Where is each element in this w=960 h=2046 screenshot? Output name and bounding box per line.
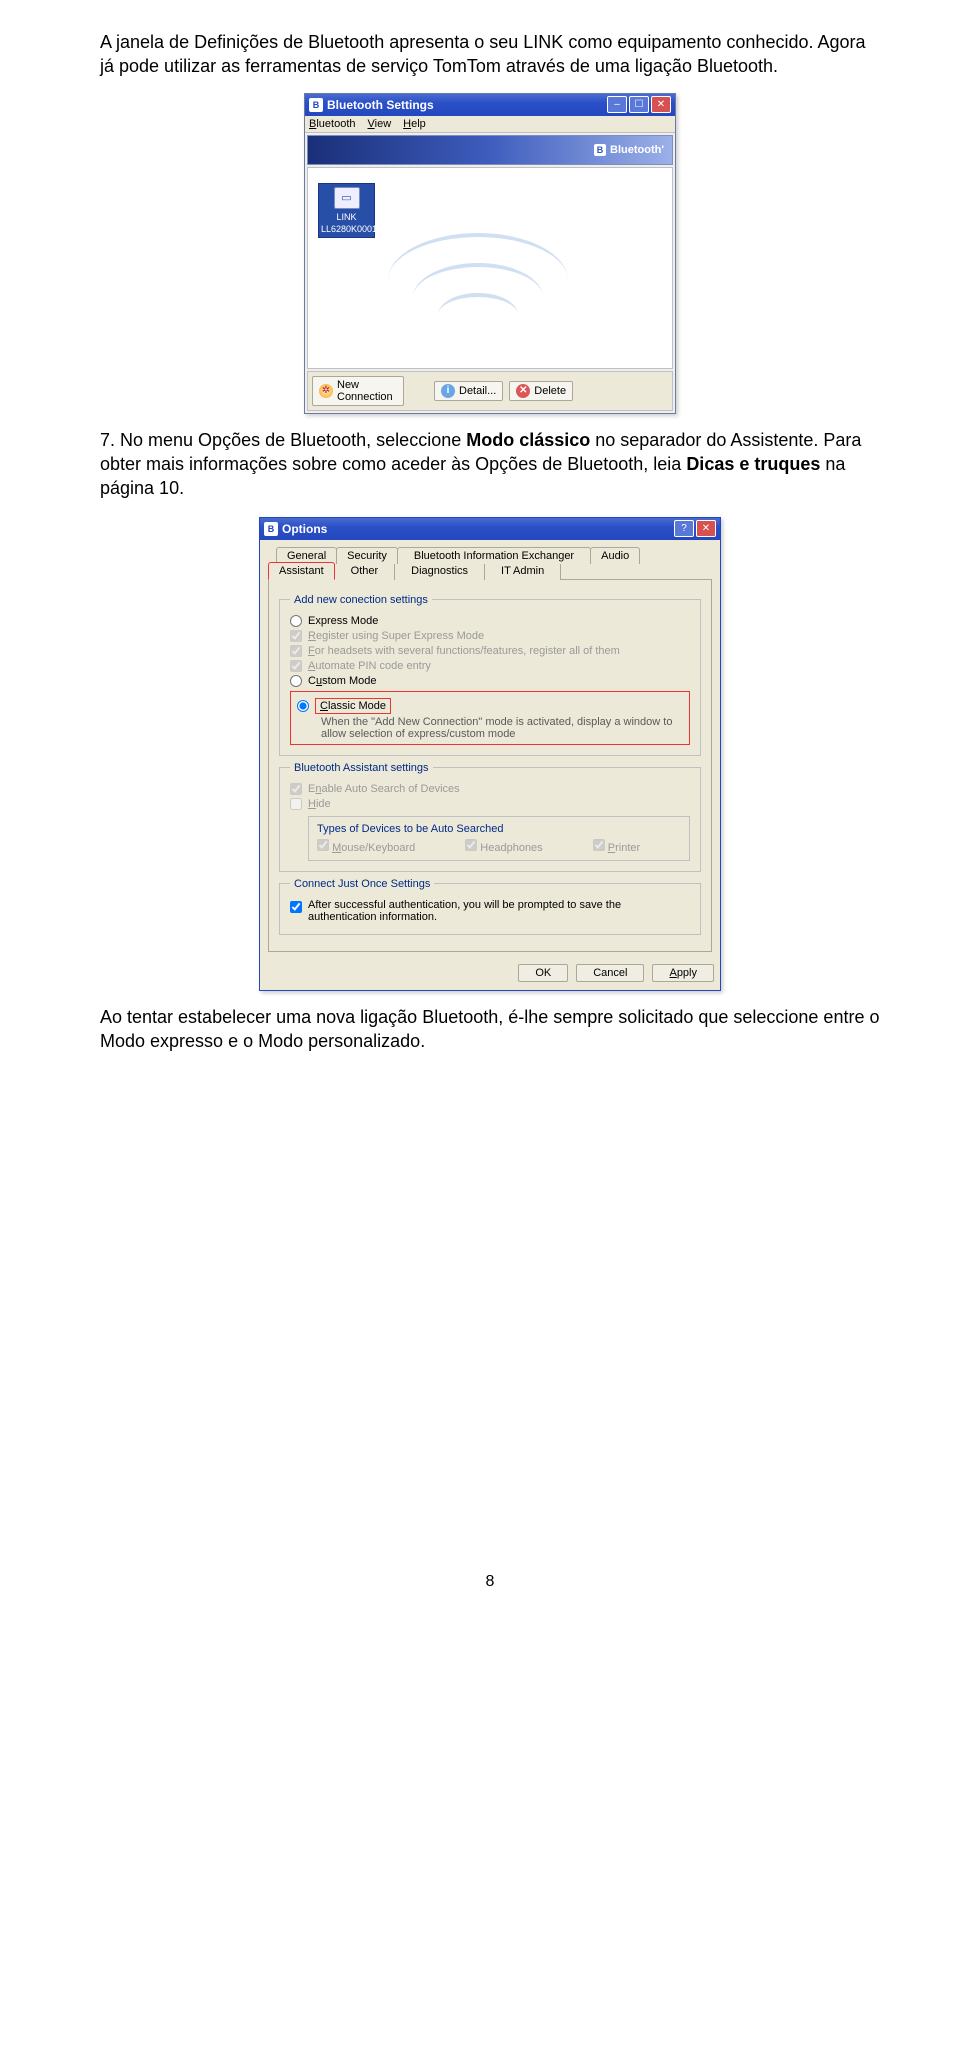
- info-icon: i: [441, 384, 455, 398]
- detail-button[interactable]: i Detail...: [434, 381, 503, 401]
- chk-register-super-row: Register using Super Express Mode Regist…: [290, 630, 690, 642]
- bluetooth-brand-icon: B: [594, 144, 606, 156]
- chk-register-super: [290, 630, 302, 642]
- radio-custom-row[interactable]: Custom Mode Custom Mode: [290, 675, 690, 687]
- chk-mousekb-row: Mouse/KeyboardMouse/Keyboard: [317, 839, 415, 854]
- menu-bluetooth[interactable]: BBluetoothluetooth: [309, 118, 356, 130]
- chk-autosearch: [290, 783, 302, 795]
- tab-bie[interactable]: Bluetooth Information Exchanger: [397, 547, 591, 564]
- options-dialog: B Options ? ✕ General Security Bluetooth…: [259, 517, 721, 991]
- intro-paragraph: A janela de Definições de Bluetooth apre…: [100, 30, 880, 79]
- tab-diagnostics[interactable]: Diagnostics: [394, 562, 485, 580]
- fieldset-connect-once: Connect Just Once Settings After success…: [279, 878, 701, 935]
- chk-save-auth[interactable]: [290, 901, 302, 913]
- close-button[interactable]: ✕: [696, 520, 716, 537]
- fieldset-add-title: Add new conection settings: [290, 594, 432, 606]
- fieldset-assist-title: Bluetooth Assistant settings: [290, 762, 433, 774]
- tab-security[interactable]: Security: [336, 547, 398, 564]
- radio-express[interactable]: [290, 615, 302, 627]
- bluetooth-icon: B: [264, 522, 278, 536]
- options-titlebar: B Options ? ✕: [260, 518, 720, 540]
- assistant-panel: Add new conection settings Express Mode …: [268, 579, 712, 952]
- types-title: Types of Devices to be Auto Searched: [313, 823, 508, 835]
- outro-paragraph: Ao tentar estabelecer uma nova ligação B…: [100, 1005, 880, 1054]
- chk-autopin: [290, 660, 302, 672]
- chk-headsets-row: For headsets with several functions/feat…: [290, 645, 690, 657]
- device-id-label: LL6280K00014: [319, 223, 374, 237]
- maximize-button[interactable]: ☐: [629, 96, 649, 113]
- chk-save-auth-row[interactable]: After successful authentication, you wil…: [290, 899, 690, 923]
- close-button[interactable]: ✕: [651, 96, 671, 113]
- options-title: Options: [282, 522, 674, 536]
- chk-hide: [290, 798, 302, 810]
- save-auth-text: After successful authentication, you wil…: [308, 899, 690, 923]
- radio-express-row[interactable]: Express Mode: [290, 615, 690, 627]
- bt-menubar: BBluetoothluetooth View Help: [305, 116, 675, 133]
- new-connection-label: New Connection: [337, 379, 397, 403]
- bt-banner: B Bluetooth': [307, 135, 673, 165]
- apply-button[interactable]: ApplyApply: [652, 964, 714, 982]
- classic-mode-block: Classic Mode Classic Mode When the "Add …: [290, 691, 690, 745]
- tabs-row-1: General Security Bluetooth Information E…: [276, 546, 712, 563]
- device-name-label: LINK: [319, 211, 374, 223]
- chk-headphones-row: HeadphonesHeadphones: [465, 839, 542, 854]
- new-connection-icon: ✲: [319, 384, 333, 398]
- bluetooth-settings-window: B Bluetooth Settings – ☐ ✕ BBluetoothlue…: [304, 93, 676, 414]
- menu-view[interactable]: View: [368, 118, 392, 130]
- device-link[interactable]: ▭ LINK LL6280K00014: [318, 183, 375, 238]
- page-number: 8: [100, 1573, 880, 1591]
- tab-itadmin[interactable]: IT Admin: [484, 562, 561, 580]
- tab-assistant[interactable]: Assistant: [268, 562, 335, 580]
- menu-help[interactable]: Help: [403, 118, 426, 130]
- bt-toolbar: ✲ New Connection i Detail... ✕ Delete: [307, 371, 673, 411]
- delete-label: Delete: [534, 385, 566, 397]
- device-icon: ▭: [334, 187, 360, 209]
- step-7-text: 7. No menu Opções de Bluetooth, seleccio…: [100, 428, 880, 501]
- detail-label: Detail...: [459, 385, 496, 397]
- delete-icon: ✕: [516, 384, 530, 398]
- tab-other[interactable]: Other: [334, 562, 396, 580]
- radio-classic[interactable]: [297, 700, 309, 712]
- chk-mousekb: [317, 839, 329, 851]
- dialog-button-row: OK Cancel ApplyApply: [260, 960, 720, 990]
- bt-window-title: Bluetooth Settings: [327, 98, 605, 112]
- bluetooth-icon: B: [309, 98, 323, 112]
- bt-device-area: ▭ LINK LL6280K00014: [307, 167, 673, 369]
- chk-autopin-row: Automate PIN code entry Automate PIN cod…: [290, 660, 690, 672]
- fieldset-once-title: Connect Just Once Settings: [290, 878, 434, 890]
- chk-headphones: [465, 839, 477, 851]
- ok-button[interactable]: OK: [518, 964, 568, 982]
- radio-classic-row[interactable]: Classic Mode Classic Mode: [297, 698, 683, 714]
- bt-titlebar: B Bluetooth Settings – ☐ ✕: [305, 94, 675, 116]
- chk-printer: [593, 839, 605, 851]
- bluetooth-brand-label: Bluetooth: [610, 144, 661, 156]
- minimize-button[interactable]: –: [607, 96, 627, 113]
- chk-headsets: [290, 645, 302, 657]
- cancel-button[interactable]: Cancel: [576, 964, 644, 982]
- delete-button[interactable]: ✕ Delete: [509, 381, 573, 401]
- chk-printer-row: PrinterPrinter: [593, 839, 640, 854]
- chk-autosearch-row: Enable Auto Search of Devices Enable Aut…: [290, 783, 690, 795]
- new-connection-button[interactable]: ✲ New Connection: [312, 376, 404, 406]
- fieldset-add-connection: Add new conection settings Express Mode …: [279, 594, 701, 756]
- help-button[interactable]: ?: [674, 520, 694, 537]
- fieldset-assistant-settings: Bluetooth Assistant settings Enable Auto…: [279, 762, 701, 872]
- fieldset-autosearch-types: Types of Devices to be Auto Searched Mou…: [308, 816, 690, 861]
- radio-custom[interactable]: [290, 675, 302, 687]
- chk-hide-row: Hide Hide: [290, 798, 690, 810]
- classic-description: When the "Add New Connection" mode is ac…: [321, 716, 683, 740]
- tabs-row-2: Assistant Other Diagnostics IT Admin: [268, 562, 712, 580]
- tab-audio[interactable]: Audio: [590, 547, 640, 564]
